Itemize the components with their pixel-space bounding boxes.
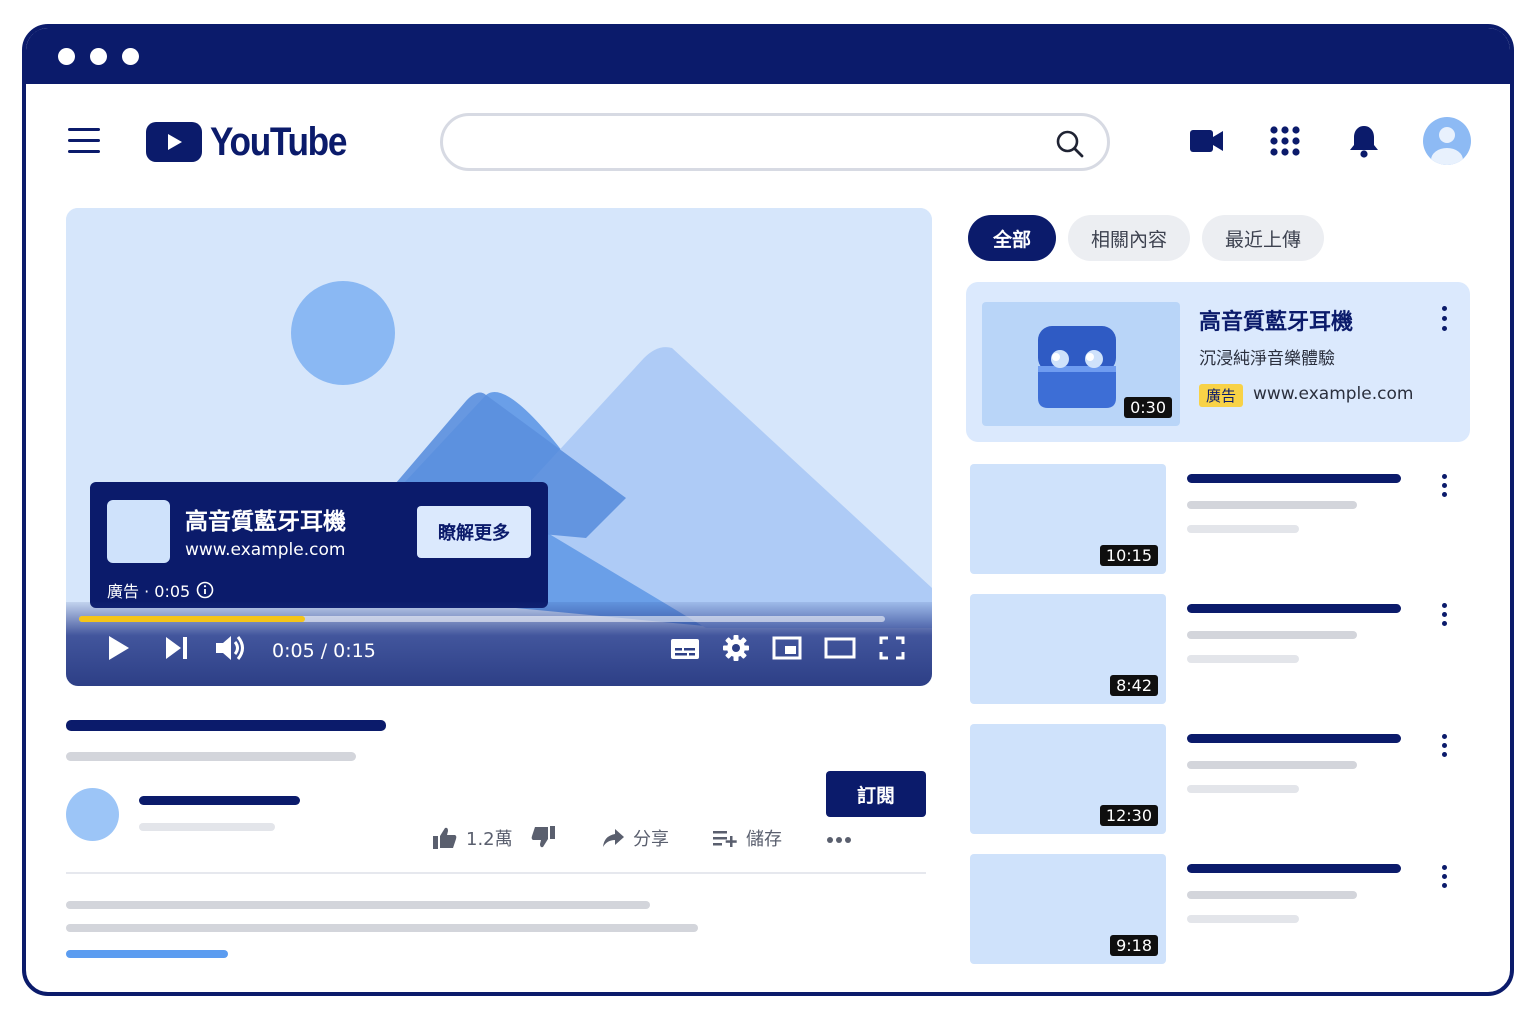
video-player[interactable]: 高音質藍牙耳機 www.example.com 瞭解更多 廣告 · 0:05 0… [66,208,932,686]
add-to-playlist-icon [713,831,737,847]
rec-title-placeholder[interactable] [1187,734,1401,743]
rec-channel-placeholder [1187,501,1357,509]
ad-meta-text: 廣告 · 0:05 [107,582,191,601]
recommendation-thumbnail[interactable]: 12:30 [970,724,1166,834]
rec-title-placeholder[interactable] [1187,604,1401,613]
bell-icon[interactable] [1349,124,1379,158]
ad-badge: 廣告 [1199,384,1244,407]
fullscreen-icon[interactable] [879,636,905,660]
ad-meta: 廣告 · 0:05 [107,578,214,602]
next-icon[interactable] [164,634,190,662]
dislike-button[interactable] [530,825,556,849]
account-avatar-icon[interactable] [1422,116,1472,166]
video-duration: 10:15 [1099,545,1158,566]
save-label: 儲存 [746,829,782,850]
ad-card-menu-icon[interactable] [1439,306,1449,332]
video-title-placeholder [66,720,386,731]
description-divider [66,872,926,874]
ad-thumbnail [107,500,170,563]
video-camera-icon[interactable] [1189,127,1225,155]
rec-menu-icon[interactable] [1439,603,1449,629]
youtube-logo[interactable]: YouTube [146,120,365,164]
ad-card-thumbnail[interactable]: 0:30 [982,302,1180,426]
description-line-1 [66,901,650,909]
like-count: 1.2萬 [466,829,513,850]
menu-icon[interactable] [68,128,100,154]
theater-mode-icon[interactable] [824,637,856,659]
player-controls: 0:05 / 0:15 [66,602,932,686]
volume-icon[interactable] [214,634,248,662]
window-minimize-dot[interactable] [90,48,107,65]
window-titlebar [26,28,1510,84]
like-button[interactable]: 1.2萬 [432,825,513,851]
rec-title-placeholder[interactable] [1187,864,1401,873]
ad-card-title[interactable]: 高音質藍牙耳機 [1199,304,1353,336]
sponsored-ad-card[interactable]: 0:30 高音質藍牙耳機 沉浸純淨音樂體驗 廣告 www.example.com [966,282,1470,442]
window-maximize-dot[interactable] [122,48,139,65]
show-more-link-placeholder[interactable] [66,950,228,958]
recommendation-thumbnail[interactable]: 8:42 [970,594,1166,704]
video-duration: 8:42 [1110,675,1158,696]
ad-card-subtitle: 沉浸純淨音樂體驗 [1199,349,1335,369]
share-arrow-icon [603,829,624,847]
rec-meta-placeholder [1187,655,1299,663]
play-logo-icon [146,122,202,162]
rec-meta-placeholder [1187,785,1299,793]
settings-gear-icon[interactable] [722,634,750,662]
channel-avatar[interactable] [66,788,119,841]
play-icon[interactable] [106,634,132,662]
rec-meta-placeholder [1187,525,1299,533]
more-actions-icon[interactable] [826,836,852,844]
time-display: 0:05 / 0:15 [272,640,376,662]
rec-title-placeholder[interactable] [1187,474,1401,483]
channel-name-placeholder [139,796,300,805]
rec-menu-icon[interactable] [1439,474,1449,500]
apps-grid-icon[interactable] [1270,126,1300,156]
recommendation-thumbnail[interactable]: 9:18 [970,854,1166,964]
ad-title: 高音質藍牙耳機 [185,509,346,535]
share-button[interactable]: 分享 [601,825,669,851]
search-input[interactable] [463,126,1023,158]
thumbs-up-icon [433,827,457,849]
chip-recently-uploaded[interactable]: 最近上傳 [1202,215,1324,261]
chip-all[interactable]: 全部 [968,215,1056,261]
rec-menu-icon[interactable] [1439,734,1449,760]
subscribe-button[interactable]: 訂閱 [826,771,926,817]
video-meta-placeholder [66,752,356,761]
chip-related[interactable]: 相關內容 [1068,215,1190,261]
ad-url[interactable]: www.example.com [185,540,345,560]
earbuds-case-icon [1038,326,1116,408]
video-duration: 12:30 [1099,805,1158,826]
share-label: 分享 [633,829,669,850]
window-close-dot[interactable] [58,48,75,65]
ad-card-url[interactable]: www.example.com [1253,384,1413,404]
video-duration: 9:18 [1110,935,1158,956]
ad-overlay[interactable]: 高音質藍牙耳機 www.example.com 瞭解更多 廣告 · 0:05 [90,482,548,608]
progress-fill [79,616,305,622]
recommendation-thumbnail[interactable]: 10:15 [970,464,1166,574]
miniplayer-icon[interactable] [772,636,802,660]
info-icon[interactable] [196,581,214,599]
rec-channel-placeholder [1187,631,1357,639]
rec-channel-placeholder [1187,891,1357,899]
rec-meta-placeholder [1187,915,1299,923]
description-line-2 [66,924,698,932]
thumbs-down-icon [531,826,555,848]
search-icon[interactable] [1055,129,1085,159]
subtitles-icon[interactable] [670,637,700,661]
learn-more-button[interactable]: 瞭解更多 [417,506,531,558]
rec-menu-icon[interactable] [1439,865,1449,891]
progress-bar[interactable] [79,616,885,622]
ad-card-duration: 0:30 [1124,397,1172,418]
save-button[interactable]: 儲存 [712,825,782,851]
rec-channel-placeholder [1187,761,1357,769]
browser-window: YouTube 高音質藍牙耳機 www.example.com 瞭解更多 廣告 … [22,24,1514,996]
search-bar[interactable] [440,113,1110,171]
logo-text: YouTube [210,119,347,164]
channel-subs-placeholder [139,823,275,831]
